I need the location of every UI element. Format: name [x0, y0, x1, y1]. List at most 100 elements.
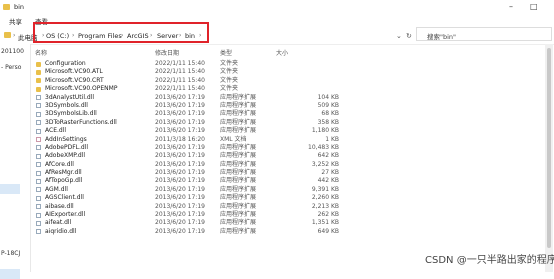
file-row[interactable]: Configuration 2022/1/11 15:40 文件夹	[33, 60, 453, 68]
file-date: 2022/1/11 15:40	[155, 68, 205, 76]
nav-item[interactable]: 201100	[1, 48, 24, 55]
file-size: 27 KB	[321, 169, 339, 177]
file-date: 2011/3/18 16:20	[155, 135, 205, 143]
nav-selected-item[interactable]	[0, 184, 20, 194]
file-name: AfResMgr.dll	[45, 169, 82, 177]
maximize-icon[interactable]: □	[530, 2, 538, 11]
file-size: 10,483 KB	[308, 143, 339, 151]
file-size: 68 KB	[321, 110, 339, 118]
file-name: aifeat.dll	[45, 219, 72, 227]
file-name: aibase.dll	[45, 202, 74, 210]
file-size: 1,180 KB	[311, 127, 339, 135]
file-row[interactable]: AfCore.dll 2013/6/20 17:19 应用程序扩展 3,252 KB	[33, 161, 453, 169]
file-row[interactable]: Microsoft.VC90.OPENMP 2022/1/11 15:40 文件夹	[33, 85, 453, 93]
file-type: 应用程序扩展	[220, 219, 257, 227]
file-type: 文件夹	[220, 85, 239, 93]
file-date: 2013/6/20 17:19	[155, 160, 205, 168]
file-date: 2022/1/11 15:40	[155, 85, 205, 93]
dll-icon	[36, 170, 41, 176]
folder-icon	[3, 4, 10, 10]
dll-icon	[36, 111, 41, 117]
file-size: 262 KB	[317, 211, 339, 219]
file-row[interactable]: aibase.dll 2013/6/20 17:19 应用程序扩展 2,213 KB	[33, 203, 453, 211]
chevron-down-icon[interactable]: ⌄	[396, 32, 402, 40]
scrollbar[interactable]	[545, 44, 553, 272]
dll-icon	[36, 204, 41, 210]
file-name: 3DSymbolsLib.dll	[45, 110, 97, 118]
file-date: 2013/6/20 17:19	[155, 227, 205, 235]
dll-icon	[36, 145, 41, 151]
column-date[interactable]: 修改日期	[155, 48, 179, 57]
dll-icon	[36, 195, 41, 201]
file-type: 应用程序扩展	[220, 227, 257, 235]
file-row[interactable]: Microsoft.VC90.CRT 2022/1/11 15:40 文件夹	[33, 77, 453, 85]
file-name: AdobeXMP.dll	[45, 152, 85, 160]
dll-icon	[36, 120, 41, 126]
column-name[interactable]: 名称	[35, 48, 47, 57]
file-name: Microsoft.VC90.CRT	[45, 76, 104, 84]
file-name: AddInSettings	[45, 135, 87, 143]
file-name: AGM.dll	[45, 185, 68, 193]
file-name: aiqridio.dll	[45, 227, 77, 235]
file-name: AIExporter.dll	[45, 211, 86, 219]
file-size: 649 KB	[317, 227, 339, 235]
file-name: Configuration	[45, 60, 86, 67]
navigation-pane: 201100 - Perso P-18CJ	[0, 44, 31, 279]
nav-item[interactable]: - Perso	[1, 64, 21, 71]
file-row[interactable]: AddInSettings 2011/3/18 16:20 XML 文档 1 KB	[33, 136, 453, 144]
file-row[interactable]: AGSClient.dll 2013/6/20 17:19 应用程序扩展 2,260 …	[33, 194, 453, 202]
file-date: 2013/6/20 17:19	[155, 219, 205, 227]
chevron-right-icon: ›	[13, 32, 16, 39]
file-name: Microsoft.VC90.ATL	[45, 68, 103, 76]
file-date: 2022/1/11 15:40	[155, 76, 205, 84]
file-name: AGSClient.dll	[45, 194, 84, 202]
file-row[interactable]: AGM.dll 2013/6/20 17:19 应用程序扩展 9,391 KB	[33, 186, 453, 194]
file-date: 2013/6/20 17:19	[155, 194, 205, 202]
file-row[interactable]: 3dAnalystUtil.dll 2013/6/20 17:19 应用程序扩展 10…	[33, 94, 453, 102]
nav-item[interactable]: P-18CJ	[1, 250, 20, 257]
file-size: 358 KB	[317, 118, 339, 126]
folder-icon	[36, 69, 41, 75]
tab-share[interactable]: 共享	[9, 16, 22, 26]
dll-icon	[36, 212, 41, 218]
scrollbar-thumb[interactable]	[547, 48, 551, 248]
file-size: 9,391 KB	[311, 185, 339, 193]
file-type: XML 文档	[220, 135, 247, 143]
file-date: 2013/6/20 17:19	[155, 152, 205, 160]
file-type: 文件夹	[220, 76, 239, 84]
file-date: 2013/6/20 17:19	[155, 101, 205, 109]
file-row[interactable]: AdobeXMP.dll 2013/6/20 17:19 应用程序扩展 642 KB	[33, 152, 453, 160]
column-type[interactable]: 类型	[220, 48, 232, 57]
file-size: 3,252 KB	[311, 160, 339, 168]
minimize-icon[interactable]: –	[509, 2, 513, 11]
file-row[interactable]: Microsoft.VC90.ATL 2022/1/11 15:40 文件夹	[33, 68, 453, 76]
file-row[interactable]: 3DSymbolsLib.dll 2013/6/20 17:19 应用程序扩展 68 …	[33, 110, 453, 118]
file-row[interactable]: aifeat.dll 2013/6/20 17:19 应用程序扩展 1,351 KB	[33, 219, 453, 227]
file-row[interactable]: AfTopoGp.dll 2013/6/20 17:19 应用程序扩展 442 KB	[33, 177, 453, 185]
file-row[interactable]: 3DToRasterFunctions.dll 2013/6/20 17:19 应用…	[33, 119, 453, 127]
file-date: 2013/6/20 17:19	[155, 211, 205, 219]
column-size[interactable]: 大小	[276, 48, 288, 57]
folder-icon	[36, 86, 41, 92]
file-type: 应用程序扩展	[220, 202, 257, 210]
file-row[interactable]: ACE.dll 2013/6/20 17:19 应用程序扩展 1,180 KB	[33, 127, 453, 135]
file-date: 2013/6/20 17:19	[155, 143, 205, 151]
file-size: 104 KB	[317, 93, 339, 101]
file-size: 1 KB	[325, 135, 339, 143]
dll-icon	[36, 128, 41, 134]
file-date: 2013/6/20 17:19	[155, 93, 205, 101]
file-type: 应用程序扩展	[220, 118, 257, 126]
file-type: 应用程序扩展	[220, 93, 257, 101]
file-size: 1,351 KB	[311, 219, 339, 227]
file-type: 应用程序扩展	[220, 160, 257, 168]
file-date: 2013/6/20 17:19	[155, 127, 205, 135]
search-input[interactable]: 搜索"bin"	[416, 27, 552, 41]
xml-icon	[36, 137, 41, 143]
file-type: 应用程序扩展	[220, 152, 257, 160]
nav-selected-item[interactable]	[0, 269, 20, 279]
refresh-icon[interactable]: ↻	[406, 32, 412, 40]
watermark: CSDN @一只半路出家的程序猿	[425, 255, 554, 266]
folder-icon	[4, 32, 11, 38]
file-row[interactable]: aiqridio.dll 2013/6/20 17:19 应用程序扩展 649 KB	[33, 228, 453, 236]
file-name: Microsoft.VC90.OPENMP	[45, 85, 118, 93]
